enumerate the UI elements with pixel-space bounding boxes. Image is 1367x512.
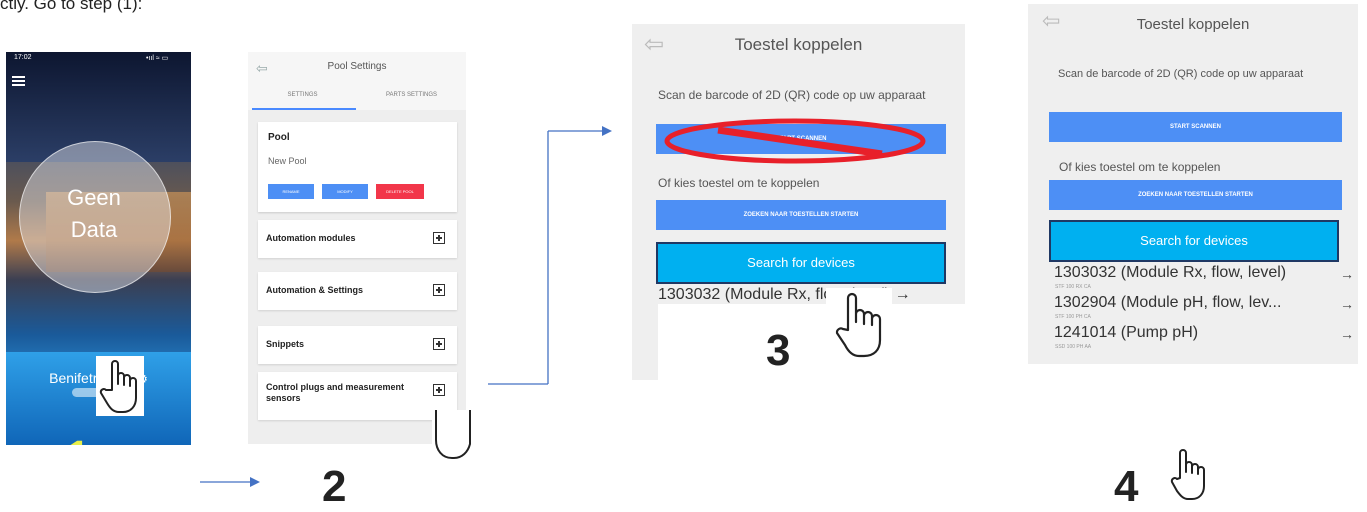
- start-search-button[interactable]: ZOEKEN NAAR TOESTELLEN STARTEN: [656, 200, 946, 230]
- device-code: SSD 100 PH AA: [1055, 344, 1092, 350]
- device-list-item[interactable]: 1303032 (Module Rx, flow, level): [1054, 264, 1286, 282]
- device-list-item[interactable]: 1302904 (Module pH, flow, lev...: [1054, 294, 1281, 312]
- search-devices-button[interactable]: Search for devices: [1049, 220, 1339, 262]
- page-title: Toestel koppelen: [734, 35, 863, 54]
- or-choose-text: Of kies toestel om te koppelen: [1059, 160, 1221, 174]
- device-list-item[interactable]: 1241014 (Pump pH): [1054, 324, 1198, 342]
- device-code: STF 100 PH CA: [1055, 314, 1091, 320]
- screen-connect-device-list: ⇦ Toestel koppelen Scan de barcode of 2D…: [1028, 4, 1358, 364]
- start-search-button[interactable]: ZOEKEN NAAR TOESTELLEN STARTEN: [1049, 180, 1342, 210]
- scan-instructions: Scan de barcode of 2D (QR) code op uw ap…: [658, 88, 926, 102]
- page-title: Toestel koppelen: [1136, 16, 1250, 33]
- pointer-hand-icon: [826, 288, 892, 360]
- arrow-right-icon: →: [890, 286, 911, 303]
- screen-connect-device-scan: ⇦ Toestel koppelen Scan de barcode of 2D…: [632, 24, 965, 380]
- step-number-3: 3: [766, 326, 791, 375]
- arrow-right-icon[interactable]: →: [1340, 266, 1354, 282]
- device-code: STF 100 RX CA: [1055, 284, 1091, 290]
- overlay-panel: [658, 304, 965, 380]
- start-scan-button[interactable]: START SCANNEN: [1049, 112, 1342, 142]
- arrow-right-icon[interactable]: →: [1340, 296, 1354, 312]
- pointer-hand-icon: [1166, 446, 1208, 502]
- arrow-right-icon[interactable]: →: [1340, 326, 1354, 342]
- prohibited-icon: [664, 118, 926, 164]
- search-devices-button[interactable]: Search for devices: [656, 242, 946, 284]
- scan-instructions: Scan de barcode of 2D (QR) code op uw ap…: [1058, 68, 1304, 80]
- step-number-4: 4: [1114, 462, 1139, 511]
- or-choose-text: Of kies toestel om te koppelen: [658, 176, 820, 190]
